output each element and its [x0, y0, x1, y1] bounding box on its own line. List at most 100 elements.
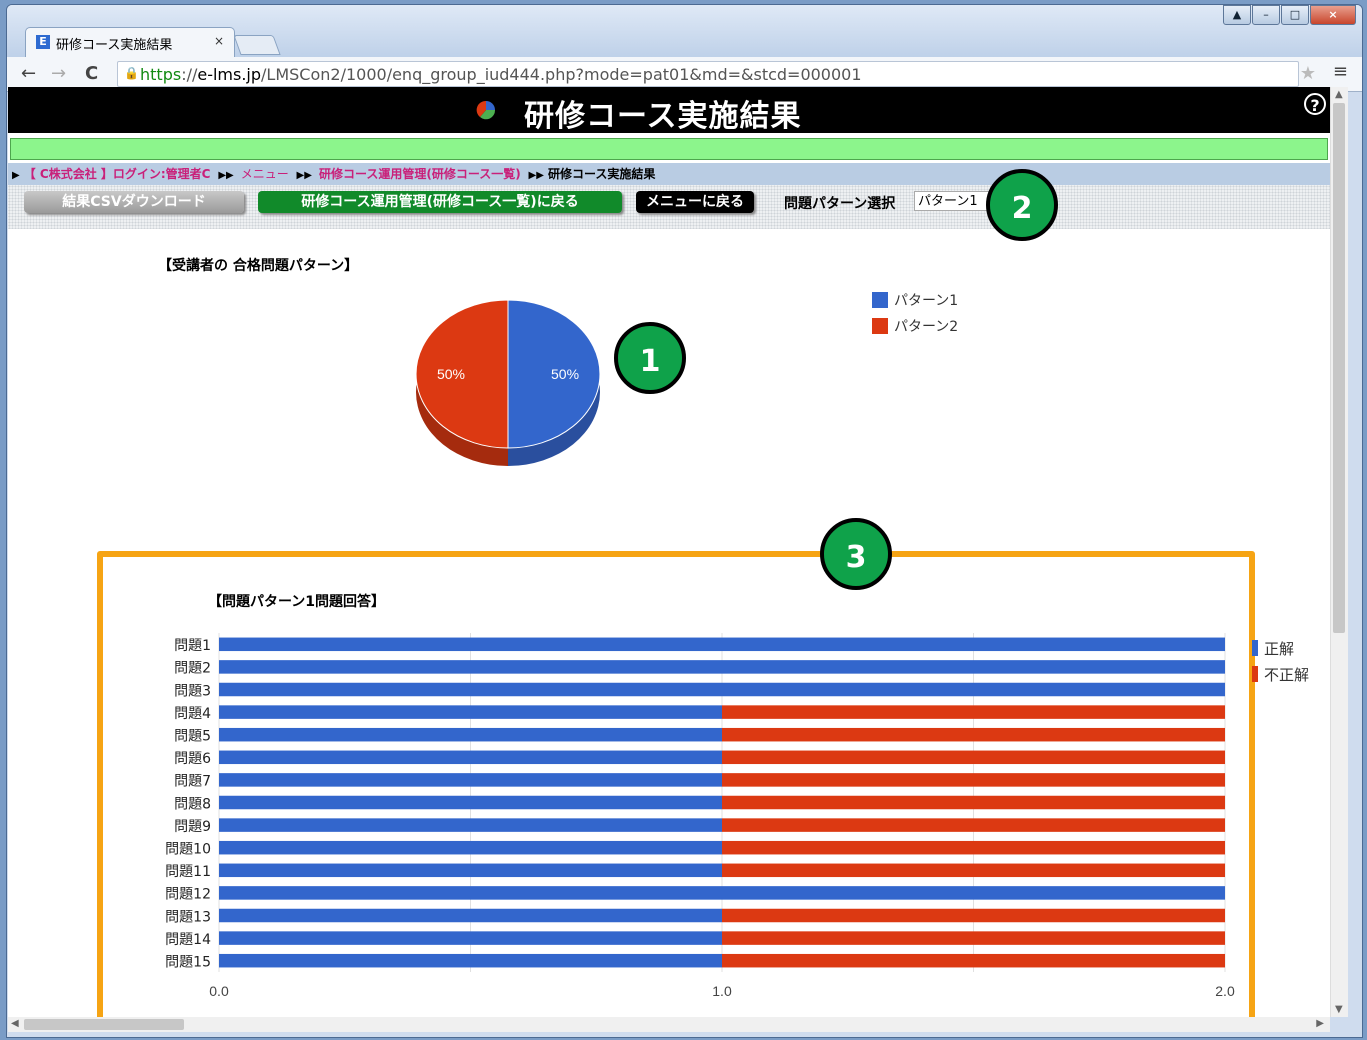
title-bar: E 研修コース実施結果 × ▲ – □ ×	[7, 5, 1362, 61]
pie-chart-title: 【受講者の 合格問題パターン】	[158, 258, 359, 274]
scroll-left-icon[interactable]: ◀	[11, 1018, 19, 1029]
bar-segment	[722, 750, 1225, 765]
callout-badge-3: 3	[820, 518, 892, 590]
legend-swatch	[1252, 640, 1258, 656]
x-tick-label: 2.0	[1215, 983, 1235, 999]
bar-segment	[219, 660, 1225, 674]
reload-icon[interactable]: C	[85, 63, 98, 84]
legend-swatch	[872, 318, 888, 334]
y-tick-label: 問題4	[174, 706, 211, 722]
bar-segment	[219, 705, 722, 719]
pie-legend: パターン1 パターン2	[872, 287, 958, 339]
bar-legend: 正解 不正解	[1252, 635, 1309, 687]
breadcrumb-current: 研修コース実施結果	[547, 167, 656, 181]
tab-close-icon[interactable]: ×	[214, 34, 224, 48]
pie-data-label: 50%	[551, 366, 579, 382]
favicon-icon: E	[36, 35, 50, 49]
bar-segment	[722, 795, 1225, 810]
y-tick-label: 問題15	[165, 954, 211, 970]
tab-title: 研修コース実施結果	[56, 38, 173, 53]
bar-segment	[219, 818, 722, 832]
y-tick-label: 問題5	[174, 728, 211, 744]
close-window-button[interactable]: ×	[1310, 5, 1356, 25]
breadcrumb-menu-link[interactable]: メニュー	[241, 167, 289, 181]
url-field[interactable]: 🔒 https://e-lms.jp/LMSCon2/1000/enq_grou…	[117, 61, 1299, 87]
bar-segment	[219, 908, 722, 923]
y-tick-label: 問題10	[165, 841, 211, 857]
bar-segment	[219, 637, 1225, 652]
bar-segment	[722, 840, 1225, 855]
pie-data-label: 50%	[437, 366, 465, 382]
bar-segment	[219, 953, 722, 968]
y-tick-label: 問題7	[174, 774, 211, 790]
breadcrumb-company: 【 C株式会社 】ログイン:管理者C	[23, 167, 211, 181]
callout-badge-2: 2	[986, 169, 1058, 241]
back-arrow-icon[interactable]: ←	[21, 63, 36, 84]
bar-segment	[722, 773, 1225, 787]
y-tick-label: 問題13	[165, 909, 211, 925]
minimize-button[interactable]: –	[1252, 5, 1280, 25]
y-tick-label: 問題9	[174, 819, 211, 835]
y-tick-label: 問題11	[165, 864, 211, 880]
bar-segment	[219, 773, 722, 787]
horizontal-scrollbar[interactable]: ◀ ▶	[8, 1017, 1330, 1032]
y-tick-label: 問題3	[174, 683, 211, 699]
bar-segment	[219, 750, 722, 765]
bar-chart: 問題1 問題2 問題3 問題4 問題5 問題6 問題7 問題8 問題9 問題10 問題11 問題12 問…	[165, 633, 1235, 999]
bar-segment	[722, 818, 1225, 832]
lock-icon: 🔒	[124, 66, 139, 80]
x-tick-label: 0.0	[209, 983, 229, 999]
bookmark-star-icon[interactable]: ★	[1300, 63, 1316, 84]
bar-chart-title: 【問題パターン1問題回答】	[208, 594, 386, 610]
back-to-course-admin-button[interactable]: 研修コース運用管理(研修コース一覧)に戻る	[258, 191, 622, 213]
y-tick-label: 問題6	[174, 751, 211, 767]
bar-segment	[722, 863, 1225, 878]
bar-segment	[219, 863, 722, 878]
bar-segment	[722, 705, 1225, 719]
bar-segment	[722, 931, 1225, 945]
bar-segment	[219, 886, 1225, 900]
bar-segment	[219, 840, 722, 855]
y-tick-label: 問題8	[174, 796, 211, 812]
page-header: 研修コース実施結果 ?	[8, 87, 1330, 134]
browser-menu-icon[interactable]: ≡	[1333, 61, 1348, 82]
pie-legend-item: パターン1	[872, 287, 958, 313]
bar-segment	[219, 795, 722, 810]
vertical-scrollbar[interactable]: ▲ ▼	[1330, 87, 1348, 1017]
status-bar	[10, 138, 1328, 160]
callout-badge-1: 1	[614, 322, 686, 394]
breadcrumb: ▶ 【 C株式会社 】ログイン:管理者C ▶▶ メニュー ▶▶ 研修コース運用管理(研…	[8, 163, 1330, 185]
bar-legend-item: 不正解	[1252, 661, 1309, 687]
user-icon[interactable]: ▲	[1223, 5, 1251, 25]
browser-tab[interactable]: E 研修コース実施結果 ×	[25, 27, 235, 58]
page-title: 研修コース実施結果	[524, 99, 802, 134]
y-tick-label: 問題12	[165, 887, 211, 903]
bar-segment	[219, 682, 1225, 697]
bar-segment	[219, 931, 722, 945]
scroll-down-icon[interactable]: ▼	[1335, 1004, 1343, 1015]
bar-legend-item: 正解	[1252, 635, 1309, 661]
bar-segment	[722, 953, 1225, 968]
toolbar: 結果CSVダウンロード 研修コース運用管理(研修コース一覧)に戻る メニューに戻…	[8, 185, 1330, 229]
back-to-menu-button[interactable]: メニューに戻る	[636, 191, 754, 213]
forward-arrow-icon[interactable]: →	[51, 63, 66, 84]
y-tick-label: 問題2	[174, 661, 211, 677]
pie-logo-icon	[476, 100, 496, 120]
help-icon[interactable]: ?	[1304, 93, 1326, 115]
scroll-right-icon[interactable]: ▶	[1316, 1018, 1324, 1029]
pattern-select-label: 問題パターン選択	[784, 196, 896, 212]
pie-legend-item: パターン2	[872, 313, 958, 339]
breadcrumb-course-admin-link[interactable]: 研修コース運用管理(研修コース一覧)	[319, 167, 521, 181]
scroll-thumb[interactable]	[1333, 103, 1345, 633]
pie-chart: 50% 50%	[415, 299, 601, 466]
legend-swatch	[1252, 666, 1258, 682]
bar-segment	[219, 727, 722, 742]
scroll-thumb[interactable]	[24, 1019, 184, 1030]
maximize-button[interactable]: □	[1281, 5, 1309, 25]
bar-segment	[722, 908, 1225, 923]
csv-download-button[interactable]: 結果CSVダウンロード	[24, 191, 244, 213]
new-tab-button[interactable]	[233, 35, 281, 55]
legend-swatch	[872, 292, 888, 308]
bar-segment	[722, 727, 1225, 742]
scroll-up-icon[interactable]: ▲	[1335, 89, 1343, 100]
